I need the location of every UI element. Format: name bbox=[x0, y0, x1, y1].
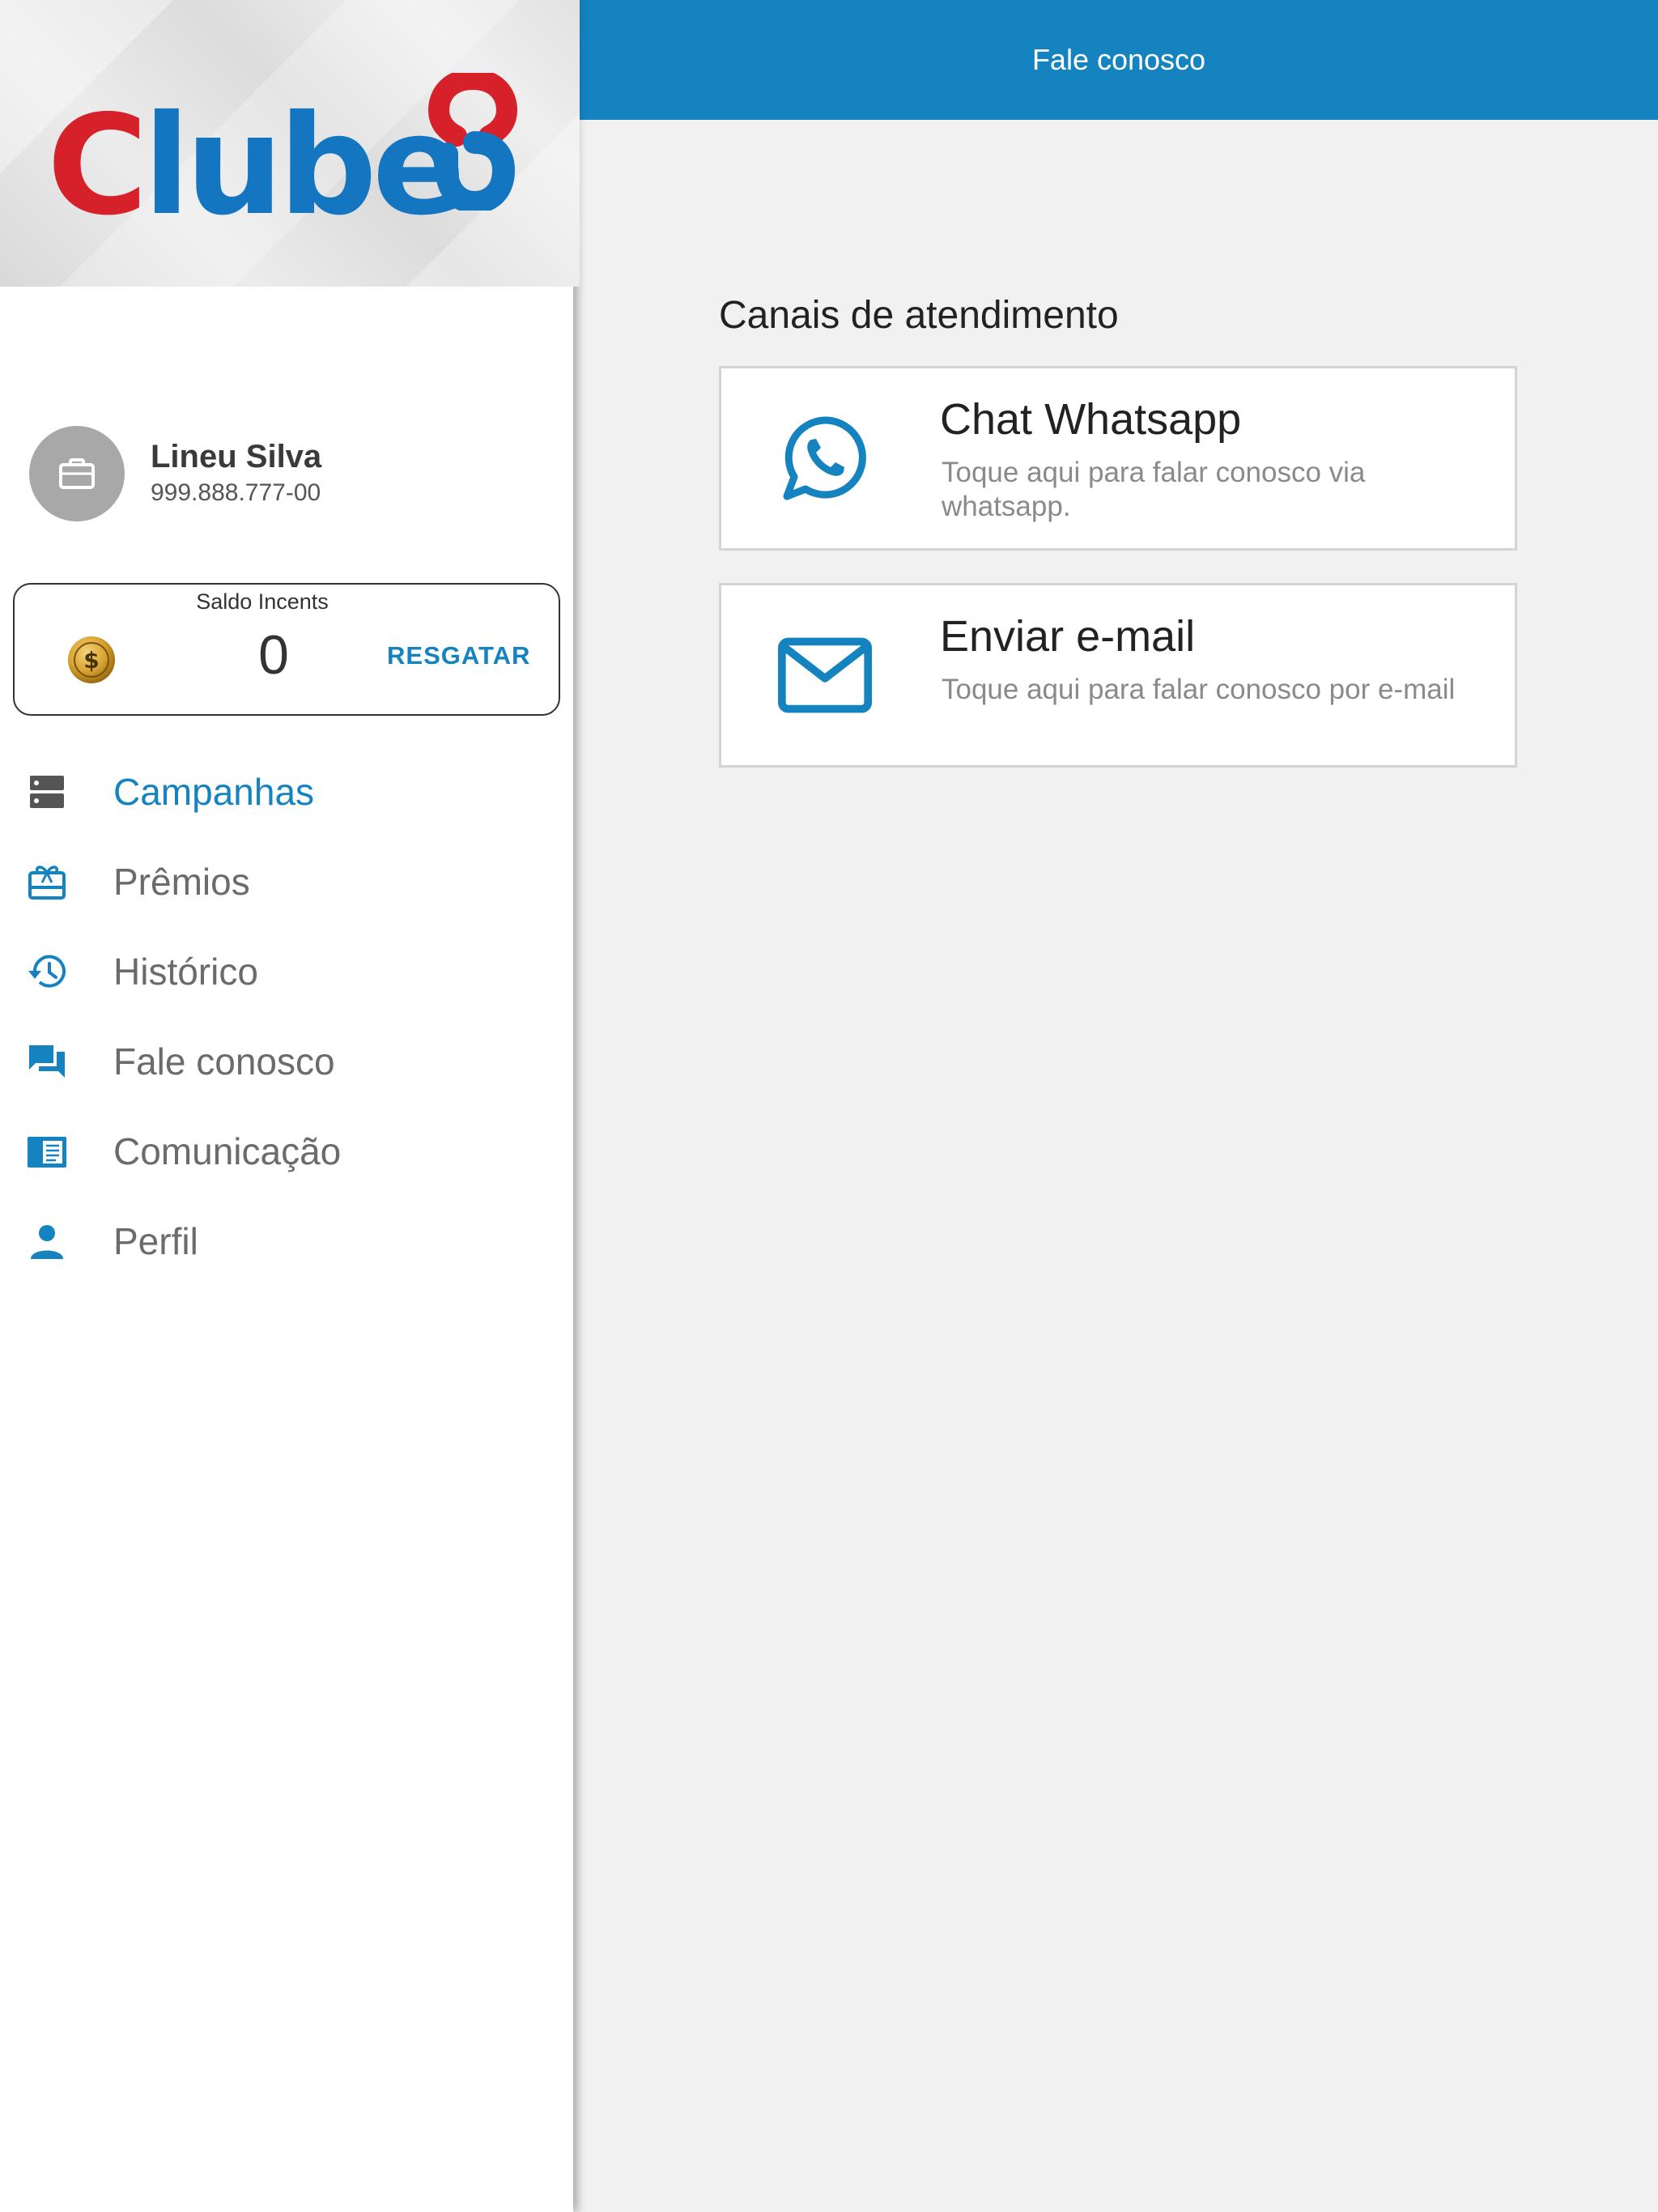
menu-item-premios[interactable]: Prêmios bbox=[0, 836, 573, 926]
menu-item-fale-conosco[interactable]: Fale conosco bbox=[0, 1016, 573, 1106]
email-channel-card[interactable]: Enviar e-mail Toque aqui para falar cono… bbox=[719, 583, 1517, 768]
menu-item-comunicacao[interactable]: Comunicação bbox=[0, 1106, 573, 1196]
logo-text-c: C bbox=[47, 86, 148, 246]
menu-label-campanhas: Campanhas bbox=[113, 770, 315, 813]
balance-value: 0 bbox=[258, 624, 289, 686]
menu-label-fale-conosco: Fale conosco bbox=[113, 1040, 335, 1083]
email-title: Enviar e-mail bbox=[940, 612, 1196, 661]
user-profile[interactable]: Lineu Silva 999.888.777-00 bbox=[29, 426, 547, 523]
app-root: Clube Lineu Silva 999.888.777-00 Saldo I… bbox=[0, 0, 1658, 2212]
history-icon bbox=[24, 949, 70, 994]
section-title: Canais de atendimento bbox=[719, 294, 1119, 337]
menu-item-historico[interactable]: Histórico bbox=[0, 926, 573, 1016]
avatar bbox=[29, 426, 125, 521]
coin-icon: $ bbox=[68, 636, 115, 683]
newspaper-icon bbox=[24, 1129, 70, 1174]
chat-icon bbox=[24, 1039, 70, 1084]
campaigns-icon bbox=[24, 769, 70, 815]
email-description: Toque aqui para falar conosco por e-mail bbox=[942, 674, 1456, 705]
logo-text: Clube bbox=[47, 97, 466, 235]
drawer-menu: Campanhas Prêmios Histórico Fale conosco… bbox=[0, 747, 573, 1286]
user-document: 999.888.777-00 bbox=[151, 479, 321, 506]
whatsapp-channel-card[interactable]: Chat Whatsapp Toque aqui para falar cono… bbox=[719, 366, 1517, 551]
navigation-drawer: Clube Lineu Silva 999.888.777-00 Saldo I… bbox=[0, 0, 580, 2212]
page-title: Fale conosco bbox=[1031, 43, 1206, 76]
clube-logo: Clube bbox=[47, 65, 533, 235]
mail-icon bbox=[778, 628, 872, 722]
svg-text:$: $ bbox=[83, 647, 99, 674]
menu-label-perfil: Perfil bbox=[113, 1219, 198, 1262]
briefcase-icon bbox=[59, 458, 95, 489]
whatsapp-icon bbox=[778, 411, 872, 505]
menu-item-campanhas[interactable]: Campanhas bbox=[0, 747, 573, 836]
logo-text-rest: lube bbox=[142, 86, 466, 246]
app-bar: Fale conosco bbox=[580, 0, 1658, 120]
whatsapp-title: Chat Whatsapp bbox=[940, 395, 1242, 444]
balance-card: Saldo Incents $ 0 RESGATAR bbox=[13, 583, 560, 716]
menu-label-comunicacao: Comunicação bbox=[113, 1129, 342, 1172]
menu-label-premios: Prêmios bbox=[113, 860, 250, 903]
gift-card-icon bbox=[24, 859, 70, 904]
logo-eight-icon bbox=[427, 73, 518, 211]
balance-label: Saldo Incents bbox=[196, 589, 329, 614]
drawer-header: Clube bbox=[0, 0, 580, 287]
menu-label-historico: Histórico bbox=[113, 950, 258, 993]
redeem-button[interactable]: RESGATAR bbox=[387, 641, 530, 670]
person-icon bbox=[24, 1219, 70, 1264]
whatsapp-description: Toque aqui para falar conosco via whatsa… bbox=[942, 457, 1366, 522]
user-name: Lineu Silva bbox=[151, 439, 322, 474]
menu-item-perfil[interactable]: Perfil bbox=[0, 1196, 573, 1286]
